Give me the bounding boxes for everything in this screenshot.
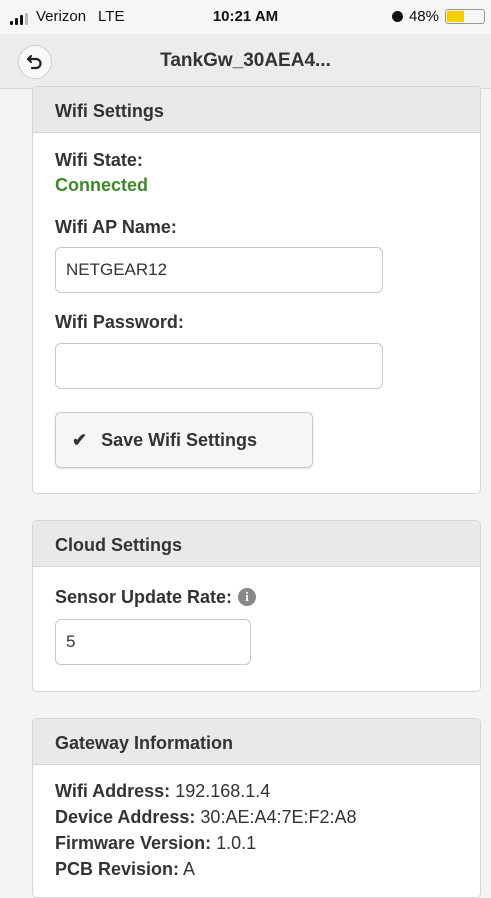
wifi-password-input[interactable] [55,343,383,389]
cloud-settings-panel: Cloud Settings Sensor Update Rate: i [32,520,481,692]
device-address-row: Device Address: 30:AE:A4:7E:F2:A8 [55,807,357,828]
firmware-version-row: Firmware Version: 1.0.1 [55,833,256,854]
gateway-information-title: Gateway Information [33,719,480,765]
battery-icon [445,9,485,24]
wifi-settings-panel: Wifi Settings Wifi State: Connected Wifi… [32,86,481,494]
status-right: 48% [391,8,485,25]
info-icon[interactable]: i [238,588,257,606]
firmware-version-label: Firmware Version: [55,833,212,853]
gateway-information-panel: Gateway Information Wifi Address: 192.16… [32,718,481,898]
checkmark-icon: ✔ [72,429,88,450]
battery-percent: 48% [408,8,439,25]
wifi-address-value: 192.168.1.4 [175,781,271,801]
wifi-ap-name-label: Wifi AP Name: [55,217,177,237]
pcb-revision-value: A [183,859,196,879]
firmware-version-value: 1.0.1 [216,833,257,853]
pcb-revision-label: PCB Revision: [55,859,180,879]
pcb-revision-row: PCB Revision: A [55,859,195,880]
alarm-icon [391,11,403,22]
wifi-state-value: Connected [55,175,149,195]
wifi-state-label: Wifi State: [55,150,143,170]
status-bar: Verizon LTE 10:21 AM 48% [0,0,491,34]
sensor-update-rate-label: Sensor Update Rate: [55,587,233,607]
app-header: TankGw_30AEA4... [0,34,491,89]
wifi-password-label: Wifi Password: [55,312,184,332]
wifi-address-label: Wifi Address: [55,781,171,801]
battery-fill [447,11,465,22]
device-address-label: Device Address: [55,807,196,827]
cloud-settings-title: Cloud Settings [33,521,480,567]
sensor-update-rate-input[interactable] [55,619,251,665]
save-button-label: Save Wifi Settings [101,429,257,450]
save-wifi-settings-button[interactable]: ✔ Save Wifi Settings [55,412,313,468]
device-address-value: 30:AE:A4:7E:F2:A8 [200,807,357,827]
wifi-settings-title: Wifi Settings [33,87,480,133]
page-title: TankGw_30AEA4... [160,50,331,71]
wifi-ap-name-input[interactable] [55,247,383,293]
wifi-address-row: Wifi Address: 192.168.1.4 [55,781,270,802]
sensor-update-rate-label-row: Sensor Update Rate: i [55,587,257,608]
